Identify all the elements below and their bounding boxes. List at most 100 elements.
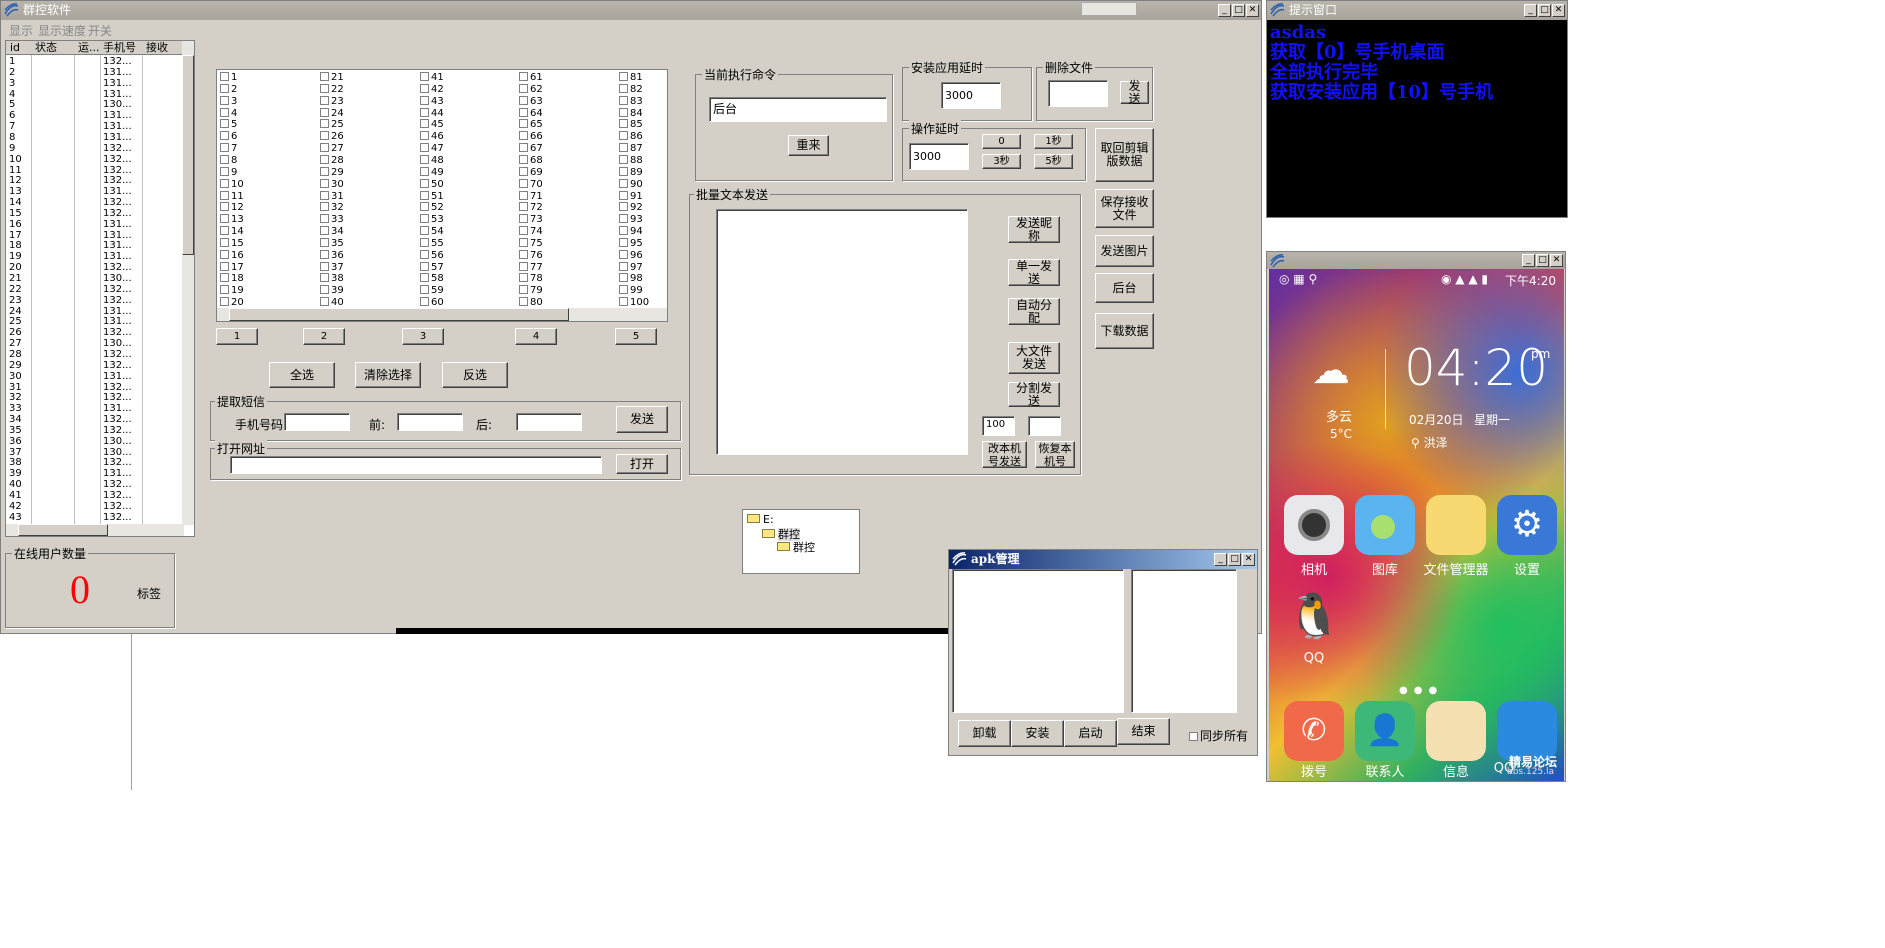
phone-checkbox[interactable]: 15 <box>220 237 244 250</box>
phone-checkbox[interactable]: 54 <box>420 226 444 238</box>
phone-checkbox[interactable]: 37 <box>320 261 344 274</box>
phone-checkbox[interactable]: 4 <box>220 107 237 120</box>
folder-tree[interactable]: E: 群控 群控 <box>742 509 860 574</box>
phone-checkbox[interactable]: 33 <box>320 214 344 226</box>
phone-checkbox[interactable]: 50 <box>420 178 444 191</box>
phone-checkbox[interactable]: 76 <box>519 249 543 262</box>
phone-checkbox[interactable]: 92 <box>619 202 643 214</box>
change-number-send-button[interactable]: 改本机号发送 <box>982 441 1027 468</box>
operation-delay-input[interactable]: 3000 <box>909 143 969 170</box>
minimize-button[interactable]: _ <box>1522 254 1535 267</box>
phone-checkbox[interactable]: 97 <box>619 261 643 274</box>
gallery-icon[interactable] <box>1355 495 1415 555</box>
phone-checkbox[interactable]: 58 <box>420 273 444 285</box>
camera-icon[interactable] <box>1284 495 1344 555</box>
phone-checkbox[interactable]: 44 <box>420 107 444 120</box>
phone-checkbox[interactable]: 12 <box>220 202 244 214</box>
maximize-button[interactable]: □ <box>1538 4 1551 17</box>
sms-phone-input[interactable] <box>284 413 350 431</box>
phone-checkbox[interactable]: 56 <box>420 249 444 262</box>
phone-checkbox[interactable]: 62 <box>519 83 543 96</box>
phone-checkbox[interactable]: 30 <box>320 178 344 191</box>
delay-1s-button[interactable]: 1秒 <box>1034 134 1073 149</box>
maximize-button[interactable]: □ <box>1536 254 1549 267</box>
install-button[interactable]: 安装 <box>1011 720 1064 747</box>
phone-checkbox[interactable]: 79 <box>519 285 543 297</box>
phone-checkbox[interactable]: 23 <box>320 95 344 108</box>
checkbox-hscrollbar[interactable] <box>217 308 667 321</box>
auto-assign-button[interactable]: 自动分配 <box>1008 298 1060 325</box>
tree-node-qunkong-child[interactable]: 群控 <box>777 539 815 555</box>
minimize-button[interactable]: _ <box>1218 4 1231 17</box>
phone-checkbox[interactable]: 87 <box>619 143 643 155</box>
phone-checkbox[interactable]: 17 <box>220 261 244 274</box>
end-button[interactable]: 结束 <box>1117 718 1170 745</box>
maximize-button[interactable]: □ <box>1232 4 1245 17</box>
phone-checkbox[interactable]: 61 <box>519 72 543 84</box>
phone-checkbox[interactable]: 57 <box>420 261 444 274</box>
command-input[interactable]: 后台 <box>709 97 887 122</box>
sms-before-input[interactable] <box>397 413 463 431</box>
list-vscrollbar[interactable] <box>182 41 194 525</box>
phone-checkbox[interactable]: 86 <box>619 131 643 143</box>
phone-checkbox[interactable]: 27 <box>320 143 344 155</box>
apk-device-list[interactable] <box>1131 569 1237 713</box>
phone-checkbox[interactable]: 35 <box>320 237 344 250</box>
phone-checkbox[interactable]: 70 <box>519 178 543 191</box>
send-image-button[interactable]: 发送图片 <box>1095 235 1154 267</box>
clear-selection-button[interactable]: 清除选择 <box>355 362 421 388</box>
select-all-button[interactable]: 全选 <box>269 362 335 388</box>
big-file-send-button[interactable]: 大文件发送 <box>1008 342 1060 374</box>
fetch-clipboard-button[interactable]: 取回剪辑版数据 <box>1095 128 1154 182</box>
send-nickname-button[interactable]: 发送昵称 <box>1008 216 1060 243</box>
phone-checkbox[interactable]: 46 <box>420 131 444 143</box>
phone-checkbox[interactable]: 36 <box>320 249 344 262</box>
phone-checkbox[interactable]: 6 <box>220 131 237 143</box>
phone-checkbox[interactable]: 84 <box>619 107 643 120</box>
phone-checkbox[interactable]: 43 <box>420 95 444 108</box>
phone-checkbox[interactable]: 25 <box>320 119 344 131</box>
contacts-icon[interactable]: 👤 <box>1355 701 1415 761</box>
delete-file-send-button[interactable]: 发送 <box>1120 79 1149 105</box>
phone-checkbox[interactable]: 68 <box>519 154 543 167</box>
apk-list[interactable] <box>952 569 1124 713</box>
phone-checkbox[interactable]: 69 <box>519 166 543 179</box>
phone-checkbox[interactable]: 42 <box>420 83 444 96</box>
url-input[interactable] <box>230 456 602 474</box>
phone-checkbox[interactable]: 55 <box>420 237 444 250</box>
phone-checkbox[interactable]: 59 <box>420 285 444 297</box>
uninstall-button[interactable]: 卸载 <box>958 720 1011 747</box>
maximize-button[interactable]: □ <box>1228 553 1241 566</box>
batch-extra-input[interactable] <box>1028 416 1061 436</box>
split-send-button[interactable]: 分割发送 <box>1008 381 1060 407</box>
open-url-button[interactable]: 打开 <box>616 454 668 474</box>
phone-checkbox[interactable]: 38 <box>320 273 344 285</box>
phone-checkbox[interactable]: 77 <box>519 261 543 274</box>
phone-checkbox[interactable]: 99 <box>619 285 643 297</box>
phone-checkbox[interactable]: 9 <box>220 166 237 179</box>
phone-checkbox[interactable]: 45 <box>420 119 444 131</box>
sms-send-button[interactable]: 发送 <box>616 406 668 433</box>
phone-checkbox[interactable]: 47 <box>420 143 444 155</box>
phone-checkbox[interactable]: 78 <box>519 273 543 285</box>
phone-checkbox[interactable]: 88 <box>619 154 643 167</box>
close-button[interactable]: ✕ <box>1246 4 1259 17</box>
install-delay-input[interactable]: 3000 <box>941 82 1001 109</box>
col-status[interactable]: 状态 <box>35 41 57 55</box>
phone-checkbox[interactable]: 85 <box>619 119 643 131</box>
phone-checkbox[interactable]: 34 <box>320 226 344 238</box>
phone-checkbox[interactable]: 18 <box>220 273 244 285</box>
dialer-icon[interactable]: ✆ <box>1284 701 1344 761</box>
phone-checkbox[interactable]: 8 <box>220 154 237 167</box>
start-button[interactable]: 启动 <box>1064 720 1117 747</box>
phone-checkbox[interactable]: 93 <box>619 214 643 226</box>
phone-checkbox[interactable]: 48 <box>420 154 444 167</box>
menu-display[interactable]: 显示 <box>9 22 33 39</box>
phone-checkbox[interactable]: 19 <box>220 285 244 297</box>
batch-text-area[interactable] <box>716 209 968 455</box>
close-button[interactable]: ✕ <box>1242 553 1255 566</box>
delay-3s-button[interactable]: 3秒 <box>982 154 1021 169</box>
page-button-4[interactable]: 4 <box>515 328 557 345</box>
col-phone[interactable]: 手机号 <box>103 41 136 55</box>
phone-checkbox[interactable]: 72 <box>519 202 543 214</box>
